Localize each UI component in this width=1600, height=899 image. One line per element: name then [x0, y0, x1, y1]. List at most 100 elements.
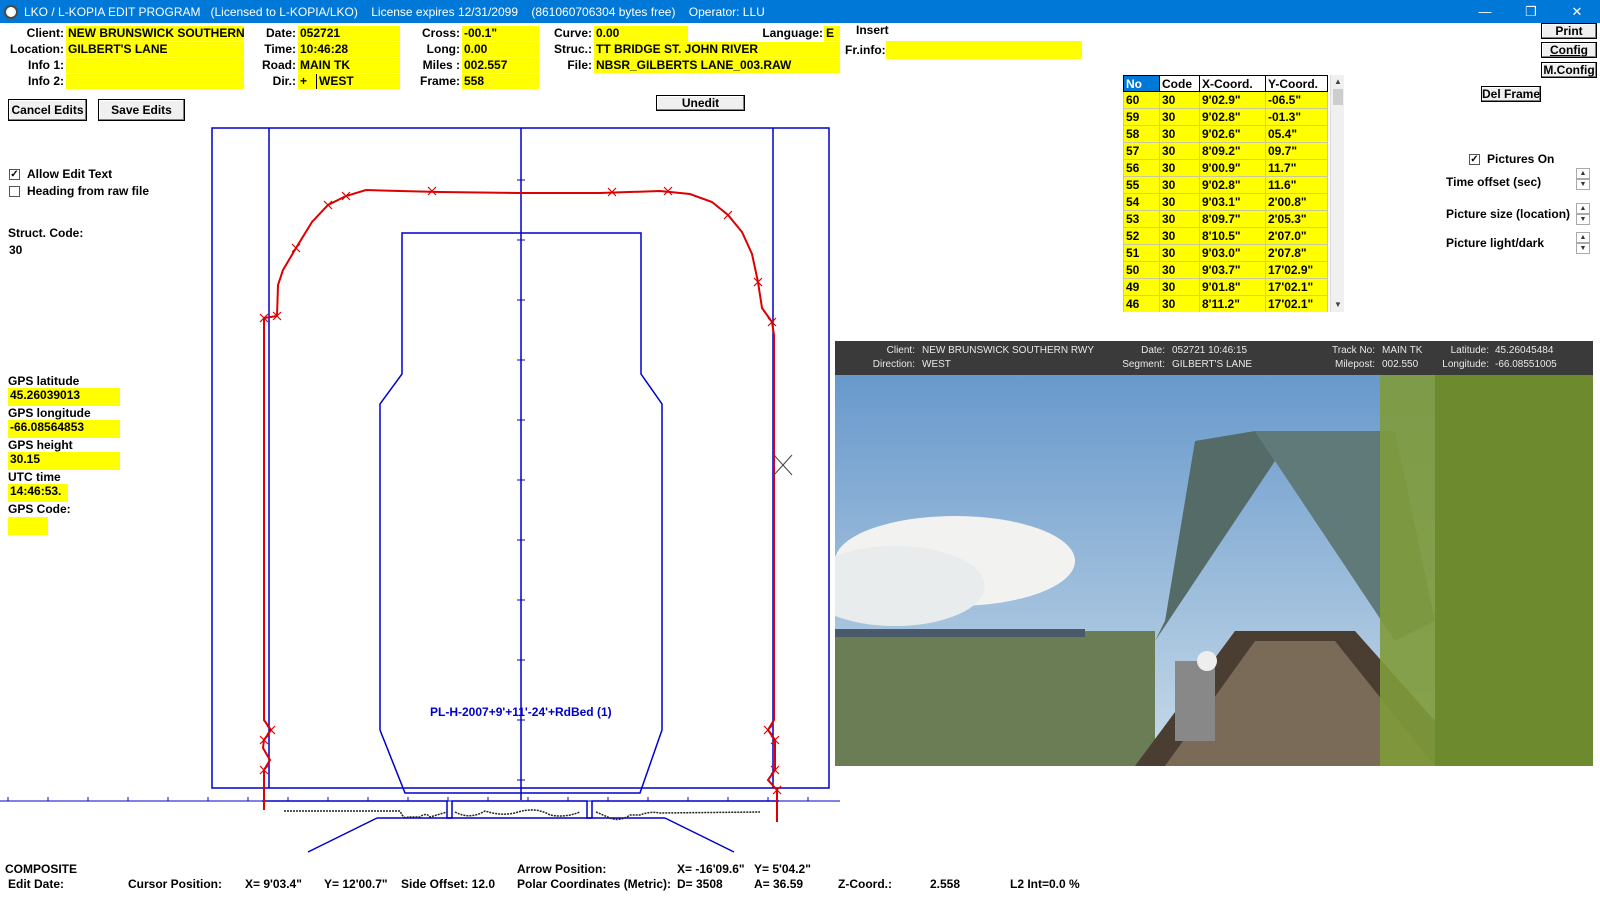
table-cell[interactable]: 30	[1159, 142, 1200, 160]
file-field[interactable]: NBSR_GILBERTS LANE_003.RAW	[594, 58, 840, 73]
spin-up-icon[interactable]: ▲	[1576, 232, 1590, 243]
table-cell[interactable]: 2'07.8"	[1265, 244, 1328, 262]
profile-point-marker[interactable]	[323, 200, 333, 210]
save-edits-button[interactable]: Save Edits	[98, 99, 185, 121]
table-cell[interactable]: 30	[1159, 193, 1200, 211]
points-table[interactable]: No Code X-Coord. Y-Coord. 60 30 9'02.9" -06.5"…	[1123, 75, 1329, 312]
profile-point-marker[interactable]	[266, 725, 276, 735]
table-row[interactable]: 59 30 9'02.8" -01.3"	[1123, 108, 1328, 126]
dir-field[interactable]: WEST	[316, 74, 400, 89]
table-cell[interactable]: 54	[1123, 193, 1160, 211]
table-cell[interactable]: 9'00.9"	[1199, 159, 1266, 177]
time-offset-spinner[interactable]: ▲ ▼	[1576, 168, 1590, 190]
table-row[interactable]: 50 30 9'03.7" 17'02.9"	[1123, 261, 1328, 279]
table-cell[interactable]: 17'02.1"	[1265, 278, 1328, 296]
table-cell[interactable]: 60	[1123, 91, 1160, 109]
curve-field[interactable]: 0.00	[594, 26, 688, 41]
table-row[interactable]: 57 30 8'09.2" 09.7"	[1123, 142, 1328, 160]
table-cell[interactable]: 30	[1159, 176, 1200, 194]
table-cell[interactable]: 8'10.5"	[1199, 227, 1266, 245]
language-field[interactable]: E	[824, 26, 840, 41]
table-cell[interactable]: 9'02.9"	[1199, 91, 1266, 109]
frame-field[interactable]: 558	[462, 74, 539, 89]
table-cell[interactable]: 2'05.3"	[1265, 210, 1328, 228]
table-cell[interactable]: 46	[1123, 295, 1160, 312]
frinfo-field[interactable]	[886, 41, 1082, 59]
table-row[interactable]: 60 30 9'02.9" -06.5"	[1123, 91, 1328, 109]
table-cell[interactable]: 17'02.9"	[1265, 261, 1328, 279]
column-header-xcoord[interactable]: X-Coord.	[1199, 75, 1266, 92]
table-cell[interactable]: 58	[1123, 125, 1160, 143]
table-row[interactable]: 56 30 9'00.9" 11.7"	[1123, 159, 1328, 177]
column-header-ycoord[interactable]: Y-Coord.	[1265, 75, 1328, 92]
table-cell[interactable]: 30	[1159, 159, 1200, 177]
table-cell[interactable]: 9'01.8"	[1199, 278, 1266, 296]
table-cell[interactable]: 9'02.6"	[1199, 125, 1266, 143]
close-button[interactable]: ✕	[1554, 0, 1600, 23]
table-cell[interactable]: 9'03.7"	[1199, 261, 1266, 279]
table-row[interactable]: 55 30 9'02.8" 11.6"	[1123, 176, 1328, 194]
table-cell[interactable]: 8'11.2"	[1199, 295, 1266, 312]
table-cell[interactable]: 59	[1123, 108, 1160, 126]
table-row[interactable]: 52 30 8'10.5" 2'07.0"	[1123, 227, 1328, 245]
table-cell[interactable]: 30	[1159, 227, 1200, 245]
picture-light-spinner[interactable]: ▲ ▼	[1576, 232, 1590, 254]
table-cell[interactable]: 11.7"	[1265, 159, 1328, 177]
table-cell[interactable]: 8'09.2"	[1199, 142, 1266, 160]
table-cell[interactable]: 30	[1159, 261, 1200, 279]
table-cell[interactable]: 2'07.0"	[1265, 227, 1328, 245]
spin-up-icon[interactable]: ▲	[1576, 168, 1590, 179]
table-cell[interactable]: 53	[1123, 210, 1160, 228]
profile-point-marker[interactable]	[763, 725, 773, 735]
struc-field[interactable]: TT BRIDGE ST. JOHN RIVER	[594, 42, 840, 57]
table-cell[interactable]: 50	[1123, 261, 1160, 279]
table-cell[interactable]: 2'00.8"	[1265, 193, 1328, 211]
road-field[interactable]: MAIN TK	[298, 58, 400, 73]
miles-field[interactable]: 002.557	[462, 58, 539, 73]
spin-down-icon[interactable]: ▼	[1576, 179, 1590, 190]
time-field[interactable]: 10:46:28	[298, 42, 400, 57]
cancel-edits-button[interactable]: Cancel Edits	[8, 99, 87, 121]
cross-field[interactable]: -00.1"	[462, 26, 539, 41]
scroll-thumb[interactable]	[1333, 89, 1343, 105]
info2-field[interactable]	[66, 74, 244, 89]
minimize-button[interactable]: —	[1462, 0, 1508, 23]
table-cell[interactable]: 55	[1123, 176, 1160, 194]
table-row[interactable]: 54 30 9'03.1" 2'00.8"	[1123, 193, 1328, 211]
client-field[interactable]: NEW BRUNSWICK SOUTHERN	[66, 26, 244, 41]
table-cell[interactable]: -06.5"	[1265, 91, 1328, 109]
pictures-on-checkbox[interactable]: ✓ Pictures On	[1469, 152, 1554, 166]
restore-button[interactable]: ❐	[1508, 0, 1554, 23]
spin-up-icon[interactable]: ▲	[1576, 203, 1590, 214]
spin-down-icon[interactable]: ▼	[1576, 243, 1590, 254]
table-cell[interactable]: 30	[1159, 108, 1200, 126]
table-row[interactable]: 51 30 9'03.0" 2'07.8"	[1123, 244, 1328, 262]
table-cell[interactable]: 30	[1159, 295, 1200, 312]
table-cell[interactable]: 9'02.8"	[1199, 176, 1266, 194]
table-row[interactable]: 49 30 9'01.8" 17'02.1"	[1123, 278, 1328, 296]
date-field[interactable]: 052721	[298, 26, 400, 41]
spin-down-icon[interactable]: ▼	[1576, 214, 1590, 225]
points-table-scrollbar[interactable]: ▲ ▼	[1330, 75, 1344, 312]
table-cell[interactable]: 11.6"	[1265, 176, 1328, 194]
table-row[interactable]: 53 30 8'09.7" 2'05.3"	[1123, 210, 1328, 228]
table-cell[interactable]: -01.3"	[1265, 108, 1328, 126]
del-frame-button[interactable]: Del Frame	[1481, 86, 1541, 102]
column-header-no[interactable]: No	[1123, 75, 1160, 92]
column-header-code[interactable]: Code	[1159, 75, 1200, 92]
config-button[interactable]: Config	[1541, 42, 1597, 58]
table-cell[interactable]: 17'02.1"	[1265, 295, 1328, 312]
table-cell[interactable]: 56	[1123, 159, 1160, 177]
long-field[interactable]: 0.00	[462, 42, 539, 57]
table-cell[interactable]: 9'03.0"	[1199, 244, 1266, 262]
table-cell[interactable]: 05.4"	[1265, 125, 1328, 143]
table-cell[interactable]: 57	[1123, 142, 1160, 160]
table-cell[interactable]: 30	[1159, 210, 1200, 228]
location-field[interactable]: GILBERT'S LANE	[66, 42, 244, 57]
table-cell[interactable]: 30	[1159, 244, 1200, 262]
table-cell[interactable]: 49	[1123, 278, 1160, 296]
unedit-button[interactable]: Unedit	[656, 95, 745, 111]
profile-point-marker[interactable]	[291, 243, 301, 253]
info1-field[interactable]	[66, 58, 244, 73]
table-cell[interactable]: 30	[1159, 125, 1200, 143]
